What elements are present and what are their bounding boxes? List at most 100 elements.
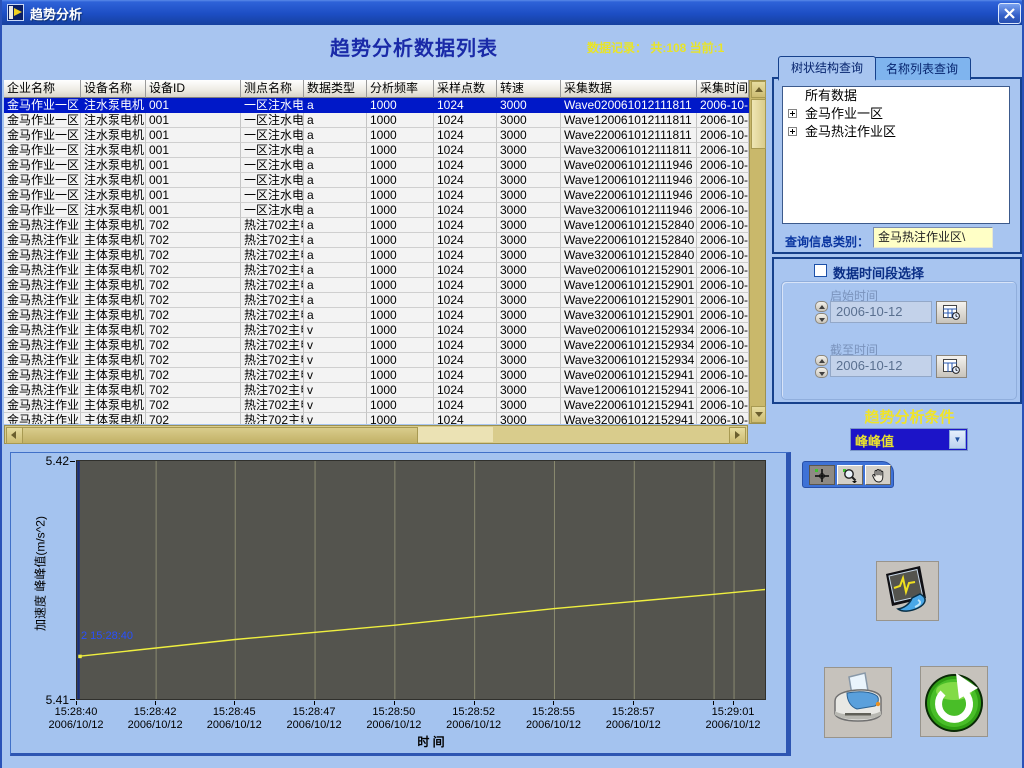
table-row[interactable]: 金马作业一区注水泵电机001一区注水电机a100010243000Wave120… <box>4 173 749 188</box>
table-cell: 金马作业一区 <box>4 188 81 203</box>
column-header[interactable]: 转速 <box>497 80 561 98</box>
query-category-input[interactable]: 金马热注作业区\ <box>873 227 993 248</box>
column-header[interactable]: 设备名称 <box>81 80 146 98</box>
tree-item-label: 金马作业一区 <box>805 106 883 121</box>
table-row[interactable]: 金马作业一区注水泵电机001一区注水电机a100010243000Wave020… <box>4 98 749 113</box>
scroll-left-icon[interactable] <box>6 427 23 444</box>
close-icon[interactable] <box>998 3 1021 24</box>
end-time-input[interactable]: 2006-10-12 <box>830 355 932 377</box>
tree-item[interactable]: 金马热注作业区 <box>783 123 1009 141</box>
pan-tool-icon[interactable] <box>865 465 891 485</box>
table-row[interactable]: 金马作业一区注水泵电机001一区注水电机a100010243000Wave020… <box>4 158 749 173</box>
end-calendar-button[interactable] <box>936 355 967 378</box>
table-cell: 2006-10-1 <box>697 128 749 143</box>
scroll-up-icon[interactable] <box>751 81 766 98</box>
start-calendar-button[interactable] <box>936 301 967 324</box>
refresh-button[interactable] <box>920 666 988 737</box>
column-header[interactable]: 采样点数 <box>434 80 497 98</box>
chevron-down-icon[interactable]: ▼ <box>949 430 966 449</box>
x-axis-tick-label: 15:28:472006/10/12 <box>272 706 356 732</box>
table-cell: 3000 <box>497 368 561 383</box>
table-cell: Wave120061012111811 <box>561 113 697 128</box>
table-cell: 主体泵电机 <box>81 398 146 413</box>
column-header[interactable]: 测点名称 <box>241 80 304 98</box>
table-cell: 3000 <box>497 308 561 323</box>
table-cell: 金马热注作业区 <box>4 353 81 368</box>
table-cell: 1000 <box>367 128 434 143</box>
vertical-scrollbar[interactable] <box>749 80 766 424</box>
table-row[interactable]: 金马热注作业区主体泵电机702热注702主电机a100010243000Wave… <box>4 248 749 263</box>
table-row[interactable]: 金马作业一区注水泵电机001一区注水电机a100010243000Wave220… <box>4 188 749 203</box>
table-row[interactable]: 金马热注作业区主体泵电机702热注702主电机v100010243000Wave… <box>4 338 749 353</box>
table-row[interactable]: 金马热注作业区主体泵电机702热注702主电机v100010243000Wave… <box>4 323 749 338</box>
table-cell: 3000 <box>497 248 561 263</box>
tab-tree-query[interactable]: 树状结构查询 <box>778 56 876 81</box>
table-row[interactable]: 金马热注作业区主体泵电机702热注702主电机a100010243000Wave… <box>4 293 749 308</box>
table-cell: 1000 <box>367 368 434 383</box>
table-cell: v <box>304 323 367 338</box>
table-row[interactable]: 金马作业一区注水泵电机001一区注水电机a100010243000Wave320… <box>4 143 749 158</box>
table-row[interactable]: 金马热注作业区主体泵电机702热注702主电机a100010243000Wave… <box>4 308 749 323</box>
monitor-button[interactable] <box>876 561 939 621</box>
table-row[interactable]: 金马热注作业区主体泵电机702热注702主电机v100010243000Wave… <box>4 398 749 413</box>
chart-plot-area[interactable]: 2 15:28:40 <box>76 460 766 700</box>
start-time-input[interactable]: 2006-10-12 <box>830 301 932 323</box>
table-row[interactable]: 金马作业一区注水泵电机001一区注水电机a100010243000Wave120… <box>4 113 749 128</box>
spinner-up-icon[interactable] <box>815 355 828 366</box>
spinner-down-icon[interactable] <box>815 367 828 378</box>
table-row[interactable]: 金马热注作业区主体泵电机702热注702主电机a100010243000Wave… <box>4 233 749 248</box>
table-cell: 1000 <box>367 233 434 248</box>
table-cell: 金马作业一区 <box>4 143 81 158</box>
end-time-stepper[interactable] <box>815 355 828 378</box>
y-axis-title: 加速度 峰峰值(m/s^2) <box>32 474 47 674</box>
scroll-right-icon[interactable] <box>729 427 746 444</box>
table-cell: v <box>304 413 367 424</box>
table-cell: 金马热注作业区 <box>4 233 81 248</box>
table-row[interactable]: 金马热注作业区主体泵电机702热注702主电机a100010243000Wave… <box>4 278 749 293</box>
table-cell: 热注702主电机 <box>241 278 304 293</box>
time-range-checkbox[interactable] <box>814 264 827 277</box>
table-row[interactable]: 金马热注作业区主体泵电机702热注702主电机v100010243000Wave… <box>4 353 749 368</box>
tree-expand-icon[interactable] <box>788 109 797 118</box>
analysis-condition-combobox[interactable]: 峰峰值 ▼ <box>850 428 968 451</box>
table-row[interactable]: 金马热注作业区主体泵电机702热注702主电机v100010243000Wave… <box>4 413 749 424</box>
analysis-condition-label: 趋势分析条件 <box>822 406 997 427</box>
table-row[interactable]: 金马热注作业区主体泵电机702热注702主电机v100010243000Wave… <box>4 368 749 383</box>
column-header[interactable]: 企业名称 <box>4 80 81 98</box>
x-axis-tick-label: 15:28:402006/10/12 <box>34 706 118 732</box>
table-cell: 3000 <box>497 323 561 338</box>
crosshair-tool-icon[interactable] <box>809 465 835 485</box>
table-cell: 一区注水电机 <box>241 143 304 158</box>
table-row[interactable]: 金马作业一区注水泵电机001一区注水电机a100010243000Wave320… <box>4 203 749 218</box>
tree-item[interactable]: 金马作业一区 <box>783 105 1009 123</box>
spinner-up-icon[interactable] <box>815 301 828 312</box>
print-button[interactable] <box>824 667 892 738</box>
table-cell: 702 <box>146 383 241 398</box>
scrollbar-track[interactable] <box>417 427 493 442</box>
tree-expand-icon[interactable] <box>788 127 797 136</box>
table-row[interactable]: 金马热注作业区主体泵电机702热注702主电机a100010243000Wave… <box>4 263 749 278</box>
table-row[interactable]: 金马作业一区注水泵电机001一区注水电机a100010243000Wave220… <box>4 128 749 143</box>
tree-item[interactable]: 所有数据 <box>783 87 1009 105</box>
table-row[interactable]: 金马热注作业区主体泵电机702热注702主电机v100010243000Wave… <box>4 383 749 398</box>
column-header[interactable]: 采集时间 <box>697 80 749 98</box>
table-cell: Wave020061012111811 <box>561 98 697 113</box>
column-header[interactable]: 数据类型 <box>304 80 367 98</box>
scrollbar-thumb[interactable] <box>751 99 766 149</box>
scrollbar-thumb[interactable] <box>22 427 418 444</box>
start-time-stepper[interactable] <box>815 301 828 324</box>
spinner-down-icon[interactable] <box>815 313 828 324</box>
table-cell: 1000 <box>367 158 434 173</box>
scroll-down-icon[interactable] <box>751 406 766 423</box>
tab-name-list-query[interactable]: 名称列表查询 <box>873 57 971 80</box>
column-header[interactable]: 采集数据 <box>561 80 697 98</box>
table-cell: Wave020061012152901 <box>561 263 697 278</box>
table-cell: 热注702主电机 <box>241 338 304 353</box>
horizontal-scrollbar[interactable] <box>4 425 748 444</box>
column-header[interactable]: 分析频率 <box>367 80 434 98</box>
zoom-tool-icon[interactable] <box>837 465 863 485</box>
trend-chart-panel: 5.42 5.41 加速度 峰峰值(m/s^2) 2 15:28:40 15:2… <box>10 452 791 756</box>
column-header[interactable]: 设备ID <box>146 80 241 98</box>
table-cell: 1024 <box>434 368 497 383</box>
table-row[interactable]: 金马热注作业区主体泵电机702热注702主电机a100010243000Wave… <box>4 218 749 233</box>
